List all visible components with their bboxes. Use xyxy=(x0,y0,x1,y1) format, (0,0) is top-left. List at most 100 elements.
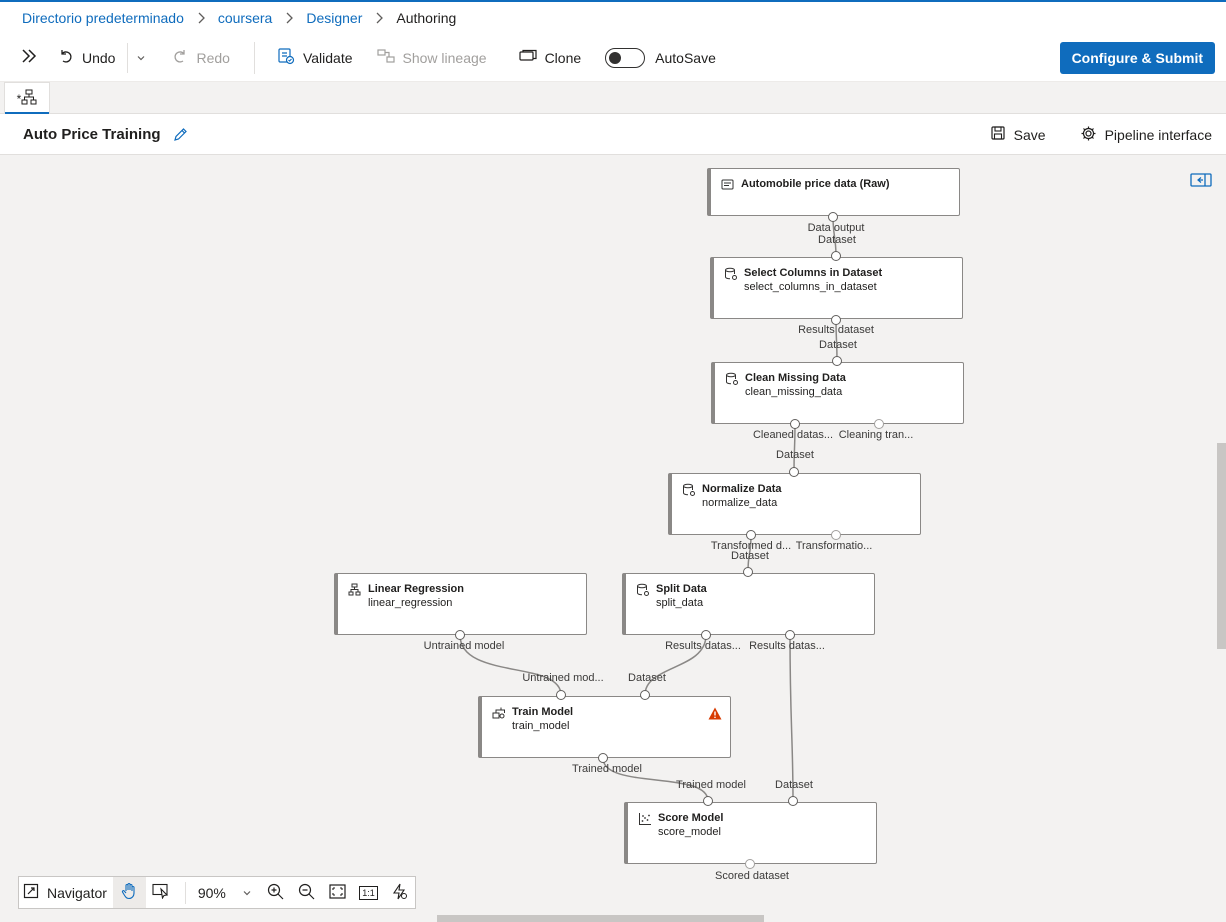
actual-size-icon: 1:1 xyxy=(359,885,378,900)
node-train-model[interactable]: Train Model train_model xyxy=(478,696,731,758)
validate-label: Validate xyxy=(302,49,353,66)
tab-pipeline-graph[interactable]: * xyxy=(4,82,50,114)
scatter-chart-icon xyxy=(638,812,652,831)
node-subtitle: train_model xyxy=(512,720,570,732)
pan-mode-button[interactable] xyxy=(112,877,146,908)
port-score-output[interactable] xyxy=(745,859,755,869)
port-label: Untrained model xyxy=(423,640,505,652)
breadcrumb-designer[interactable]: Designer xyxy=(306,10,362,26)
gear-icon xyxy=(1080,125,1097,145)
navigator-button[interactable]: Navigator xyxy=(19,877,113,908)
zoom-dropdown[interactable]: 90% xyxy=(194,877,256,908)
pipeline-canvas[interactable] xyxy=(0,155,1226,922)
double-chevron-right-icon xyxy=(20,47,38,68)
configure-submit-button[interactable]: Configure & Submit xyxy=(1059,42,1215,74)
select-mode-button[interactable] xyxy=(146,877,177,908)
node-title: Normalize Data xyxy=(702,483,782,495)
redo-button[interactable]: Redo xyxy=(154,38,241,78)
port-score-input-1[interactable] xyxy=(703,796,713,806)
port-normalize-output-2[interactable] xyxy=(831,530,841,540)
port-clean-output-1[interactable] xyxy=(790,419,800,429)
port-label: Results datas... xyxy=(749,640,825,652)
save-label: Save xyxy=(1013,126,1046,143)
actual-size-button[interactable]: 1:1 xyxy=(353,877,384,908)
port-label: Dataset xyxy=(731,550,769,562)
port-train-input-2[interactable] xyxy=(640,690,650,700)
undo-button[interactable]: Undo xyxy=(50,38,127,78)
auto-layout-button[interactable] xyxy=(384,877,415,908)
port-score-input-2[interactable] xyxy=(788,796,798,806)
node-subtitle: linear_regression xyxy=(368,597,453,609)
horizontal-scrollbar[interactable] xyxy=(437,915,764,922)
pipeline-interface-button[interactable]: Pipeline interface xyxy=(1080,125,1212,145)
port-label: Transformatio... xyxy=(795,540,873,552)
node-normalize-data[interactable]: Normalize Data normalize_data xyxy=(668,473,921,535)
port-clean-input[interactable] xyxy=(832,356,842,366)
save-icon xyxy=(990,125,1006,144)
redo-icon xyxy=(172,48,188,67)
vertical-scrollbar[interactable] xyxy=(1217,443,1226,649)
port-split-output-1[interactable] xyxy=(701,630,711,640)
port-label: Dataset xyxy=(776,449,814,461)
port-train-input-1[interactable] xyxy=(556,690,566,700)
fit-screen-icon xyxy=(329,883,346,902)
show-lineage-button[interactable]: Show lineage xyxy=(365,38,499,78)
port-label: Cleaning tran... xyxy=(838,429,914,441)
autosave-toggle[interactable]: AutoSave xyxy=(593,38,728,78)
port-select-input[interactable] xyxy=(831,251,841,261)
zoom-out-button[interactable] xyxy=(291,877,322,908)
port-normalize-input[interactable] xyxy=(789,467,799,477)
node-subtitle: score_model xyxy=(658,826,721,838)
port-automobile-output[interactable] xyxy=(828,212,838,222)
warning-icon[interactable] xyxy=(708,707,722,725)
node-clean-missing-data[interactable]: Clean Missing Data clean_missing_data xyxy=(711,362,964,424)
redo-label: Redo xyxy=(196,49,230,66)
show-lineage-label: Show lineage xyxy=(402,49,487,66)
undo-label: Undo xyxy=(82,49,116,66)
breadcrumb-directory[interactable]: Directorio predeterminado xyxy=(22,10,184,26)
port-clean-output-2[interactable] xyxy=(874,419,884,429)
port-normalize-output-1[interactable] xyxy=(746,530,756,540)
port-lr-output[interactable] xyxy=(455,630,465,640)
port-label: Trained model xyxy=(572,763,642,775)
node-title: Linear Regression xyxy=(368,583,464,595)
node-subtitle: select_columns_in_dataset xyxy=(744,281,877,293)
command-bar: Undo Redo Validate Show lineage Clone Au… xyxy=(0,34,1226,82)
node-split-data[interactable]: Split Data split_data xyxy=(622,573,875,635)
breadcrumb-current: Authoring xyxy=(396,10,457,26)
port-train-output[interactable] xyxy=(598,753,608,763)
breadcrumb-workspace[interactable]: coursera xyxy=(218,10,272,26)
collapse-panel-icon[interactable] xyxy=(1190,173,1212,192)
undo-icon xyxy=(58,48,74,67)
node-title: Automobile price data (Raw) xyxy=(741,178,890,190)
module-icon xyxy=(682,483,696,502)
port-split-output-2[interactable] xyxy=(785,630,795,640)
node-linear-regression[interactable]: Linear Regression linear_regression xyxy=(334,573,587,635)
edit-pencil-icon[interactable] xyxy=(173,127,188,142)
toggle-switch[interactable] xyxy=(605,47,646,68)
port-label: Dataset xyxy=(818,234,856,246)
port-label: Dataset xyxy=(775,779,813,791)
module-icon xyxy=(725,372,739,391)
clone-button[interactable]: Clone xyxy=(499,38,594,78)
node-title: Split Data xyxy=(656,583,707,595)
undo-dropdown-button[interactable] xyxy=(128,38,154,78)
auto-layout-icon xyxy=(391,883,408,903)
fit-to-screen-button[interactable] xyxy=(322,877,353,908)
port-label: Results datas... xyxy=(665,640,741,652)
expand-menu-button[interactable] xyxy=(0,38,50,78)
port-split-input[interactable] xyxy=(743,567,753,577)
node-score-model[interactable]: Score Model score_model xyxy=(624,802,877,864)
zoom-in-button[interactable] xyxy=(260,877,291,908)
zoom-level: 90% xyxy=(197,884,226,901)
module-icon xyxy=(636,583,650,602)
validate-button[interactable]: Validate xyxy=(265,38,365,78)
chevron-down-icon xyxy=(242,885,252,901)
node-select-columns[interactable]: Select Columns in Dataset select_columns… xyxy=(710,257,963,319)
node-subtitle: split_data xyxy=(656,597,704,609)
node-automobile-price-data[interactable]: Automobile price data (Raw) xyxy=(707,168,960,216)
save-button[interactable]: Save xyxy=(990,125,1046,144)
clone-icon xyxy=(518,49,537,66)
node-title: Select Columns in Dataset xyxy=(744,267,883,279)
navigator-label: Navigator xyxy=(47,884,107,901)
